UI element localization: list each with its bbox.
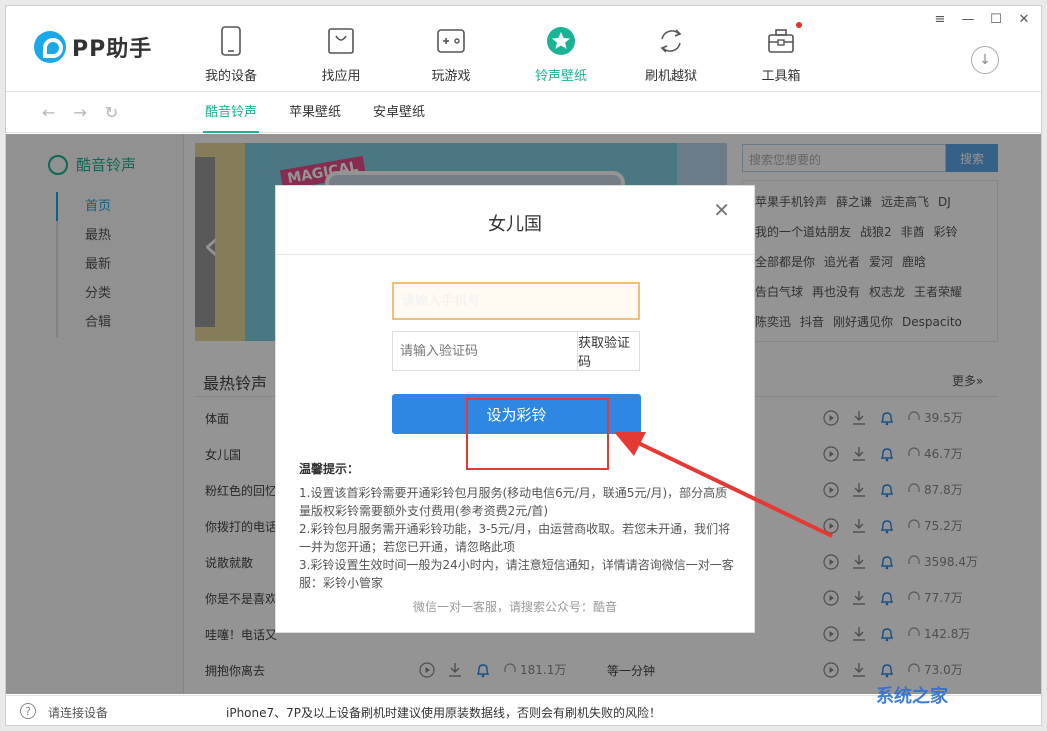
set-ringback-dialog: 女儿国 ✕ 获取验证码 设为彩铃 温馨提示： 1.设置该首彩铃需要开通彩铃包月服… [275, 185, 755, 633]
star-icon [546, 26, 576, 56]
nav-label: 刷机越狱 [645, 65, 697, 84]
flash-warning: iPhone7、7P及以上设备刷机时建议使用原装数据线，否则会有刷机失败的风险！ [226, 704, 661, 721]
nav-toolbox[interactable]: 工具箱 [726, 6, 836, 92]
nav-flash-jailbreak[interactable]: 刷机越狱 [616, 6, 726, 92]
refresh-icon [656, 26, 686, 56]
tips-title: 温馨提示： [299, 460, 359, 477]
tip-item: 3.彩铃设置生效时间一般为24小时内，请注意短信通知，详情请咨询微信一对一客服：… [299, 556, 739, 592]
history-controls: ← → ↻ [42, 103, 118, 122]
nav-find-apps[interactable]: 找应用 [286, 6, 396, 92]
logo: PP助手 [34, 31, 152, 63]
nav-label: 工具箱 [761, 65, 800, 84]
toolbox-icon [766, 26, 796, 56]
main-nav: 我的设备 找应用 玩游戏 铃声壁纸 [176, 6, 836, 92]
nav-ringtones-wallpapers[interactable]: 铃声壁纸 [506, 6, 616, 92]
verification-row: 获取验证码 [392, 331, 640, 371]
tab-apple-wallpapers[interactable]: 苹果壁纸 [287, 93, 343, 133]
nav-label: 铃声壁纸 [535, 65, 587, 84]
nav-label: 找应用 [321, 65, 360, 84]
pp-logo-icon [34, 31, 66, 63]
reload-icon[interactable]: ↻ [105, 103, 118, 122]
dialog-close-button[interactable]: ✕ [713, 198, 730, 222]
sub-toolbar: ← → ↻ 酷音铃声 苹果壁纸 安卓壁纸 [6, 93, 1041, 133]
nav-label: 我的设备 [205, 65, 257, 84]
tip-item: 2.彩铃包月服务需开通彩铃功能，3-5元/月，由运营商收取。若您未开通，我们将一… [299, 520, 739, 556]
tab-kuyin-ringtones[interactable]: 酷音铃声 [203, 93, 259, 133]
verification-code-input[interactable] [393, 332, 577, 370]
window-controls: ≡ — ☐ ✕ [933, 12, 1031, 26]
tips-text: 1.设置该首彩铃需要开通彩铃包月服务(移动电信6元/月，联通5元/月)，部分高质… [299, 484, 739, 592]
gamepad-icon [436, 26, 466, 56]
set-ringback-button[interactable]: 设为彩铃 [392, 394, 641, 434]
tab-android-wallpapers[interactable]: 安卓壁纸 [371, 93, 427, 133]
nav-label: 玩游戏 [431, 65, 470, 84]
connect-status: 请连接设备 [48, 704, 108, 721]
service-note: 微信一对一客服，请搜索公众号：酷音 [276, 598, 754, 615]
phone-number-input[interactable] [392, 282, 640, 320]
nav-games[interactable]: 玩游戏 [396, 6, 506, 92]
minimize-button[interactable]: — [961, 12, 975, 26]
close-window-button[interactable]: ✕ [1017, 12, 1031, 26]
get-code-button[interactable]: 获取验证码 [577, 332, 639, 370]
back-arrow-icon[interactable]: ← [42, 103, 55, 122]
divider [276, 254, 754, 255]
download-icon[interactable]: ↓ [971, 46, 999, 74]
watermark-logo: 系统之家 [876, 682, 948, 708]
app-name: PP助手 [72, 31, 152, 63]
forward-arrow-icon[interactable]: → [73, 103, 86, 122]
notification-dot [796, 22, 802, 28]
dialog-title: 女儿国 [276, 210, 754, 236]
sub-tabs: 酷音铃声 苹果壁纸 安卓壁纸 [203, 93, 427, 133]
tip-item: 1.设置该首彩铃需要开通彩铃包月服务(移动电信6元/月，联通5元/月)，部分高质… [299, 484, 739, 520]
header: PP助手 我的设备 找应用 玩游戏 [6, 6, 1041, 92]
menu-button[interactable]: ≡ [933, 12, 947, 26]
phone-icon [216, 26, 246, 56]
maximize-button[interactable]: ☐ [989, 12, 1003, 26]
help-icon[interactable]: ? [20, 703, 36, 719]
bag-icon [326, 26, 356, 56]
nav-my-device[interactable]: 我的设备 [176, 6, 286, 92]
